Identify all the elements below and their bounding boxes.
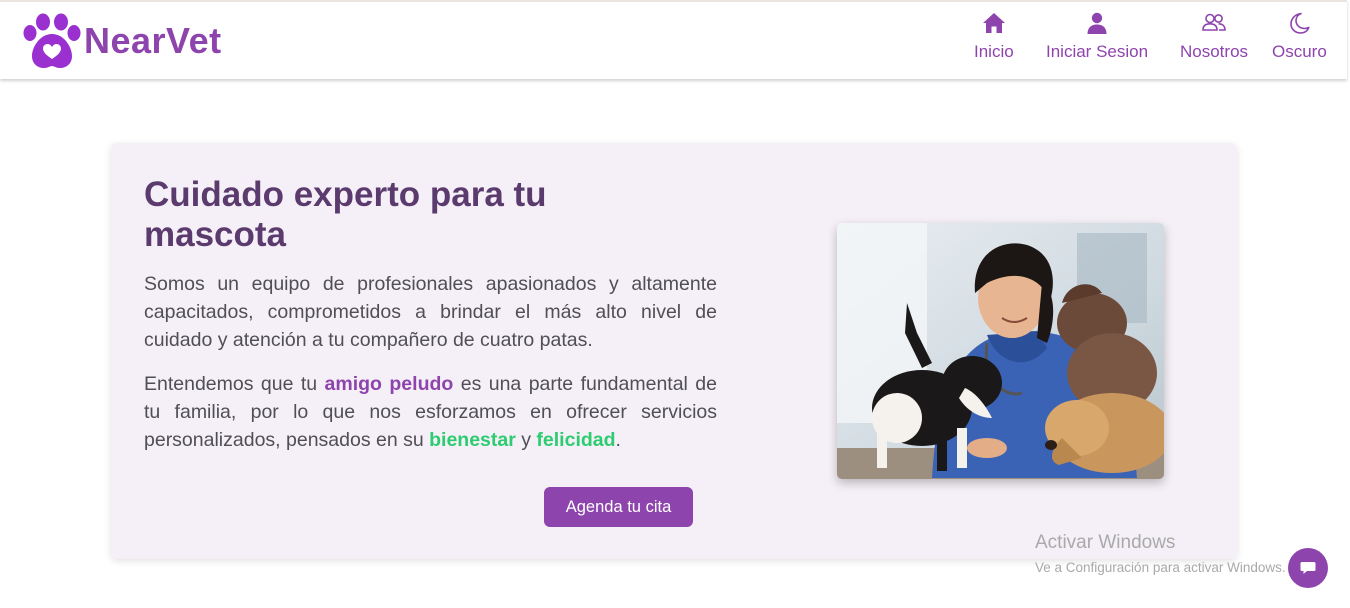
hero-p2-text-3: y [515,429,537,451]
chat-button[interactable] [1288,548,1328,588]
vet-with-puppies-photo [837,223,1164,479]
hero-card: Cuidado experto para tu mascota Somos un… [111,143,1237,559]
hero-paragraph-1: Somos un equipo de profesionales apasion… [144,273,717,351]
hero-p2-text-4: . [615,429,621,451]
hero-image [837,223,1164,479]
hero-paragraph-2: Entendemos que tu amigo peludo es una pa… [144,370,717,454]
highlight-bienestar: bienestar [429,429,516,451]
hero-title: Cuidado experto para tu mascota [144,175,547,254]
highlight-amigo-peludo: amigo peludo [324,373,454,395]
nav-nosotros[interactable]: Nosotros [1180,12,1248,62]
brand-logo[interactable]: NearVet [22,13,222,69]
agenda-cita-button[interactable]: Agenda tu cita [544,487,693,527]
watermark-subtitle: Ve a Configuración para activar Windows. [1035,560,1286,575]
nav-iniciar-sesion[interactable]: Iniciar Sesion [1046,12,1148,62]
user-icon [1087,12,1107,34]
nav-iniciar-sesion-label: Iniciar Sesion [1046,42,1149,61]
nav-oscuro-label: Oscuro [1272,42,1327,61]
moon-icon [1290,12,1310,34]
nav-oscuro[interactable]: Oscuro [1272,12,1327,62]
nav-inicio[interactable]: Inicio [974,12,1014,62]
users-icon [1202,13,1226,31]
paw-heart-icon [23,13,81,68]
home-icon [982,13,1005,33]
chat-icon [1300,562,1316,574]
nav-nosotros-label: Nosotros [1180,42,1249,61]
navbar: NearVet Inicio Iniciar Sesion Nosotros O… [0,0,1347,79]
hero-p2-text-1: Entendemos que tu [144,373,325,395]
nav-inicio-label: Inicio [974,42,1014,61]
watermark-title: Activar Windows [1035,532,1176,553]
highlight-felicidad: felicidad [536,429,616,451]
windows-activation-watermark: Activar Windows Ve a Configuración para … [1035,532,1286,575]
brand-name: NearVet [84,20,222,61]
